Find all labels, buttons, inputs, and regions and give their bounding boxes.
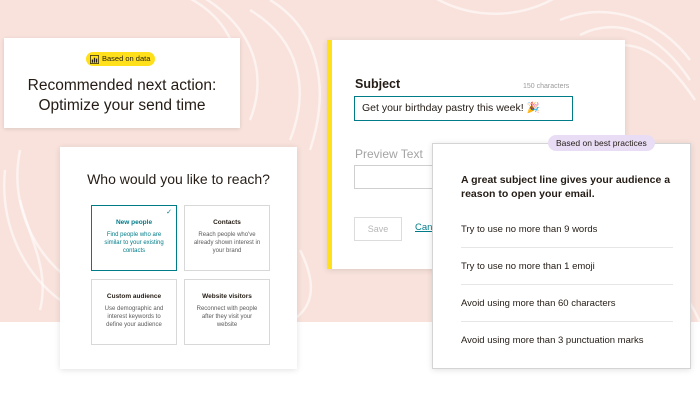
save-button[interactable]: Save (354, 217, 402, 241)
audience-option-custom-audience[interactable]: Custom audience Use demographic and inte… (91, 279, 177, 345)
option-description: Use demographic and interest keywords to… (104, 306, 164, 328)
audience-title: Who would you like to reach? (87, 171, 270, 187)
tip-item: Try to use no more than 1 emoji (461, 248, 673, 285)
based-on-data-badge: Based on data (86, 52, 156, 66)
option-title: Contacts (213, 219, 241, 226)
tip-item: Try to use no more than 9 words (461, 211, 673, 248)
audience-card: Who would you like to reach? ✓ New peopl… (60, 147, 297, 369)
subject-label: Subject (355, 77, 401, 91)
audience-option-website-visitors[interactable]: Website visitors Reconnect with people a… (184, 279, 270, 345)
preview-text-label: Preview Text (355, 147, 423, 161)
option-title: New people (115, 219, 153, 226)
option-title: Custom audience (106, 293, 162, 300)
character-count: 150 characters (523, 83, 570, 90)
tips-heading: A great subject line gives your audience… (461, 174, 671, 200)
tip-item: Avoid using more than 60 characters (461, 285, 673, 322)
recommendation-card: Based on data Recommended next action: O… (4, 38, 240, 128)
audience-option-contacts[interactable]: Contacts Reach people who've already sho… (184, 205, 270, 271)
option-description: Find people who are similar to your exis… (104, 232, 164, 254)
option-description: Reconnect with people after they visit y… (196, 306, 258, 328)
recommendation-line-1: Recommended next action: (27, 77, 217, 94)
accent-bar (327, 40, 332, 269)
based-on-best-practices-badge: Based on best practices (548, 135, 655, 151)
badge-label: Based on data (102, 54, 151, 63)
recommendation-line-2: Optimize your send time (38, 97, 206, 114)
option-title: Website visitors (202, 293, 252, 300)
best-practices-popover: A great subject line gives your audience… (432, 143, 691, 369)
audience-option-new-people[interactable]: ✓ New people Find people who are similar… (91, 205, 177, 271)
chart-icon (90, 54, 99, 64)
check-icon: ✓ (166, 209, 172, 216)
subject-input[interactable]: Get your birthday pastry this week! 🎉 (354, 96, 573, 121)
option-description: Reach people who've already shown intere… (193, 232, 261, 254)
tip-item: Avoid using more than 3 punctuation mark… (461, 335, 644, 346)
recommendation-title: Recommended next action: Optimize your s… (4, 76, 240, 116)
